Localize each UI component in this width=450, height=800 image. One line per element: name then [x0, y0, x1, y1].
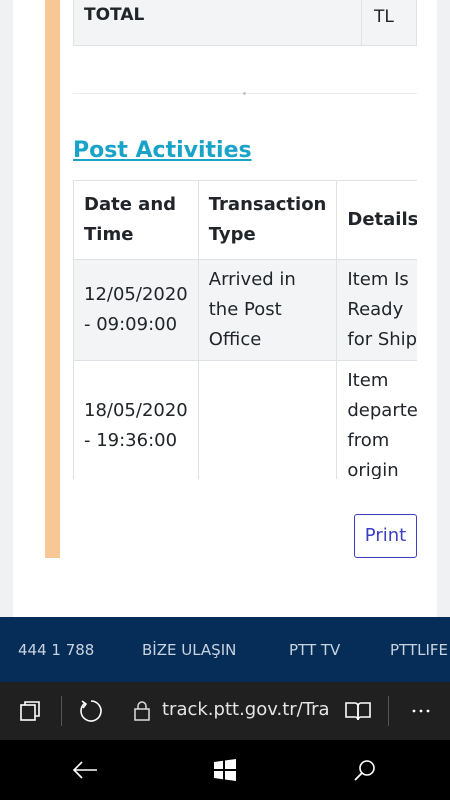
cell-details: Item Is Ready for Ship [336, 259, 417, 361]
header-type: Transaction Type [197, 180, 338, 260]
table-row: 12/05/2020 - 09:09:00 Arrived in the Pos… [73, 259, 417, 361]
cell-type [197, 360, 338, 479]
reading-view-icon[interactable] [340, 682, 376, 740]
post-activities-link[interactable]: Post Activities [73, 138, 252, 163]
header-details: Details [336, 180, 417, 260]
more-icon[interactable] [404, 682, 438, 740]
toolbar-separator [388, 696, 389, 726]
windows-icon[interactable] [195, 740, 255, 800]
total-value: TL [361, 0, 417, 46]
activities-table-wrapper[interactable]: Date and Time Transaction Type Details 1… [73, 180, 417, 479]
toolbar-separator [61, 696, 62, 726]
lock-icon [130, 682, 154, 740]
divider-dot [243, 92, 246, 95]
footer-pttlife-link[interactable]: PTTLIFE [390, 641, 448, 659]
cell-date: 12/05/2020 - 09:09:00 [73, 259, 199, 361]
total-table: TOTAL TL [73, 0, 417, 46]
back-icon[interactable] [55, 740, 115, 800]
accent-bar [45, 0, 60, 558]
refresh-icon[interactable] [74, 682, 108, 740]
header-date: Date and Time [73, 180, 199, 260]
activities-table: Date and Time Transaction Type Details 1… [73, 180, 417, 479]
print-button[interactable]: Print [354, 514, 417, 558]
site-footer: 444 1 788 BİZE ULAŞIN PTT TV PTTLIFE [0, 617, 450, 682]
table-header-row: Date and Time Transaction Type Details [73, 180, 417, 260]
footer-contact-link[interactable]: BİZE ULAŞIN [142, 641, 236, 659]
page-viewport[interactable]: TOTAL TL Post Activities Date and Time T… [0, 0, 450, 617]
url-field[interactable]: track.ptt.gov.tr/Track [162, 699, 330, 720]
table-row: 18/05/2020 - 19:36:00 Item departed from… [73, 360, 417, 479]
tabs-icon[interactable] [12, 682, 48, 740]
search-icon[interactable] [335, 740, 395, 800]
system-nav-bar [0, 740, 450, 800]
footer-ptttv-link[interactable]: PTT TV [289, 641, 340, 659]
browser-address-bar: track.ptt.gov.tr/Track [0, 682, 450, 740]
cell-date: 18/05/2020 - 19:36:00 [73, 360, 199, 479]
footer-phone-link[interactable]: 444 1 788 [18, 641, 94, 659]
cell-type: Arrived in the Post Office [197, 259, 338, 361]
total-label: TOTAL [73, 0, 362, 46]
cell-details: Item departed from origin [336, 360, 417, 479]
